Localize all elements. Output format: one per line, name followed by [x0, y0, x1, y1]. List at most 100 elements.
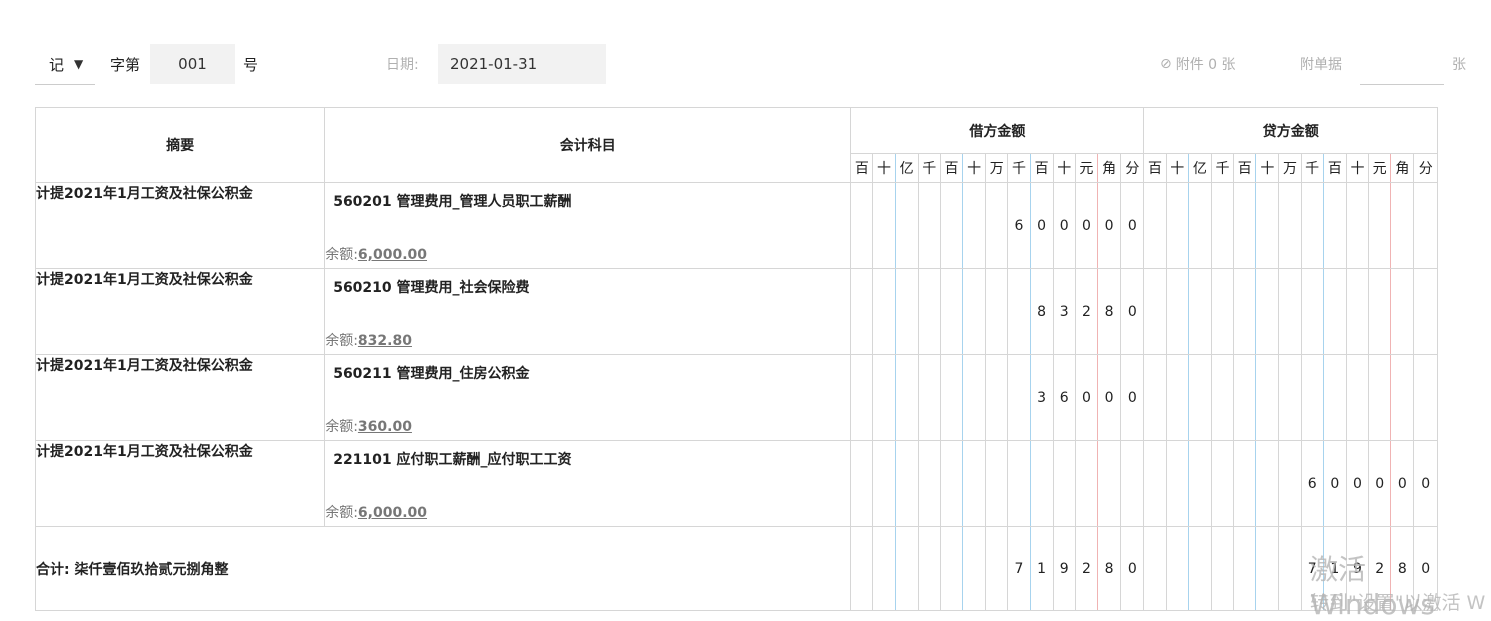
balance-label: 余额: — [325, 505, 358, 521]
entry-row[interactable]: 计提2021年1月工资及社保公积金 221101 应付职工薪酬_应付职工工资 余额:… — [34, 440, 1438, 527]
voucher-number-field[interactable]: 001 — [150, 44, 235, 84]
digit-header: 元 — [1074, 153, 1099, 183]
account-name: 221101 应付职工薪酬_应付职工工资 — [333, 452, 572, 468]
amount-digit-cell — [1210, 182, 1235, 269]
amount-digit-cell — [917, 182, 941, 269]
amount-digit-cell — [1233, 440, 1257, 527]
amount-digit-cell: 0 — [1413, 440, 1438, 527]
amount-digit-cell — [1322, 268, 1347, 355]
paperclip-icon: ⊘ — [1160, 56, 1172, 72]
account-cell[interactable]: 560201 管理费用_管理人员职工薪酬 余额:6,000.00 — [324, 182, 852, 269]
entry-row[interactable]: 计提2021年1月工资及社保公积金 560211 管理费用_住房公积金 余额:360… — [34, 354, 1438, 441]
amount-digit-cell — [962, 182, 987, 269]
amount-digit-cell — [1120, 440, 1145, 527]
balance-value: 6,000.00 — [357, 247, 428, 263]
account-cell[interactable]: 560211 管理费用_住房公积金 余额:360.00 — [324, 354, 852, 441]
amount-digit-cell — [1300, 354, 1324, 441]
amount-digit-cell: 8 — [1096, 268, 1122, 355]
balance-info: 余额:360.00 — [325, 416, 412, 436]
amount-digit-cell — [1210, 440, 1235, 527]
amount-digit-cell: 1 — [1029, 526, 1054, 611]
amount-digit-cell — [850, 182, 874, 269]
amount-digit-cell — [917, 526, 941, 611]
amount-digit-cell — [1233, 268, 1257, 355]
digit-header: 十 — [1255, 153, 1280, 183]
doc-count-field[interactable] — [1360, 84, 1444, 85]
amount-digit-cell — [1278, 526, 1302, 611]
amount-digit-cell — [1368, 268, 1392, 355]
amount-digit-cell: 0 — [1120, 354, 1145, 441]
amount-digit-cell — [1143, 526, 1167, 611]
amount-digit-cell — [1255, 354, 1280, 441]
amount-digit-cell — [1278, 440, 1302, 527]
attachment-button[interactable]: ⊘ 附件 0 张 — [1160, 44, 1236, 84]
amount-digit-cell — [1255, 526, 1280, 611]
chevron-down-icon: ▼ — [74, 57, 84, 71]
date-field[interactable]: 2021-01-31 — [438, 44, 606, 84]
amount-digit-cell — [1278, 354, 1302, 441]
amount-digit-cell — [985, 354, 1009, 441]
doc-label: 附单据 — [1300, 57, 1342, 73]
amount-digit-cell: 0 — [1029, 182, 1054, 269]
amount-digit-cell — [1187, 354, 1212, 441]
amount-digit-cell — [872, 354, 896, 441]
digit-header: 分 — [1120, 153, 1145, 183]
balance-value: 6,000.00 — [357, 505, 428, 521]
amount-digit-cell: 2 — [1074, 268, 1099, 355]
digit-header: 百 — [1233, 153, 1257, 183]
amount-digit-cell — [939, 354, 964, 441]
account-cell[interactable]: 221101 应付职工薪酬_应付职工工资余额:6,000.00 — [324, 440, 852, 527]
account-cell[interactable]: 560210 管理费用_社会保险费 余额:832.80 — [324, 268, 852, 355]
summary-cell[interactable]: 计提2021年1月工资及社保公积金 — [34, 182, 326, 269]
amount-digit-cell — [1052, 440, 1076, 527]
watermark-line2: 转到"设置"以激活 W — [1310, 592, 1486, 614]
amount-digit-cell — [1300, 268, 1324, 355]
digit-header: 角 — [1096, 153, 1122, 183]
amount-digit-cell — [1345, 354, 1370, 441]
amount-digit-cell — [1096, 440, 1122, 527]
summary-cell[interactable]: 计提2021年1月工资及社保公积金 — [34, 440, 326, 527]
digit-header: 十 — [1165, 153, 1189, 183]
amount-digit-cell: 3 — [1052, 268, 1076, 355]
amount-digit-cell — [850, 354, 874, 441]
voucher-type-value: 记 — [49, 55, 65, 74]
amount-digit-cell — [850, 440, 874, 527]
amount-digit-cell — [894, 440, 919, 527]
entry-row[interactable]: 计提2021年1月工资及社保公积金 560201 管理费用_管理人员职工薪酬 余额:… — [34, 182, 1438, 269]
entry-row[interactable]: 计提2021年1月工资及社保公积金 560210 管理费用_社会保险费 余额:832… — [34, 268, 1438, 355]
col-account: 会计科目 — [324, 107, 852, 183]
amount-digit-cell: 7 — [1007, 526, 1031, 611]
balance-value: 832.80 — [357, 333, 412, 349]
amount-digit-cell — [1007, 440, 1031, 527]
amount-digit-cell: 0 — [1345, 440, 1370, 527]
digit-header: 十 — [1052, 153, 1076, 183]
amount-digit-cell — [962, 526, 987, 611]
digit-header: 千 — [1007, 153, 1031, 183]
col-summary: 摘要 — [34, 107, 326, 183]
digit-header: 十 — [1345, 153, 1370, 183]
amount-digit-cell — [962, 354, 987, 441]
summary-cell[interactable]: 计提2021年1月工资及社保公积金 — [34, 268, 326, 355]
amount-digit-cell: 6 — [1300, 440, 1324, 527]
amount-digit-cell: 0 — [1074, 354, 1099, 441]
amount-digit-cell: 8 — [1029, 268, 1054, 355]
digit-header: 亿 — [1187, 153, 1212, 183]
amount-digit-cell — [1345, 268, 1370, 355]
amount-digit-cell — [850, 268, 874, 355]
amount-digit-cell — [1165, 182, 1189, 269]
digit-header: 分 — [1413, 153, 1438, 183]
amount-digit-cell: 0 — [1120, 182, 1145, 269]
amount-digit-cell — [1255, 440, 1280, 527]
voucher-type-select[interactable]: 记 ▼ — [35, 44, 95, 85]
amount-digit-cell — [1390, 268, 1415, 355]
balance-label: 余额: — [325, 247, 358, 263]
amount-digit-cell — [1165, 440, 1189, 527]
summary-cell[interactable]: 计提2021年1月工资及社保公积金 — [34, 354, 326, 441]
digit-header: 十 — [962, 153, 987, 183]
amount-digit-cell — [1233, 182, 1257, 269]
amount-digit-cell — [962, 440, 987, 527]
amount-digit-cell — [872, 440, 896, 527]
amount-digit-cell — [1322, 182, 1347, 269]
digit-header: 万 — [1278, 153, 1302, 183]
amount-digit-cell — [1143, 268, 1167, 355]
